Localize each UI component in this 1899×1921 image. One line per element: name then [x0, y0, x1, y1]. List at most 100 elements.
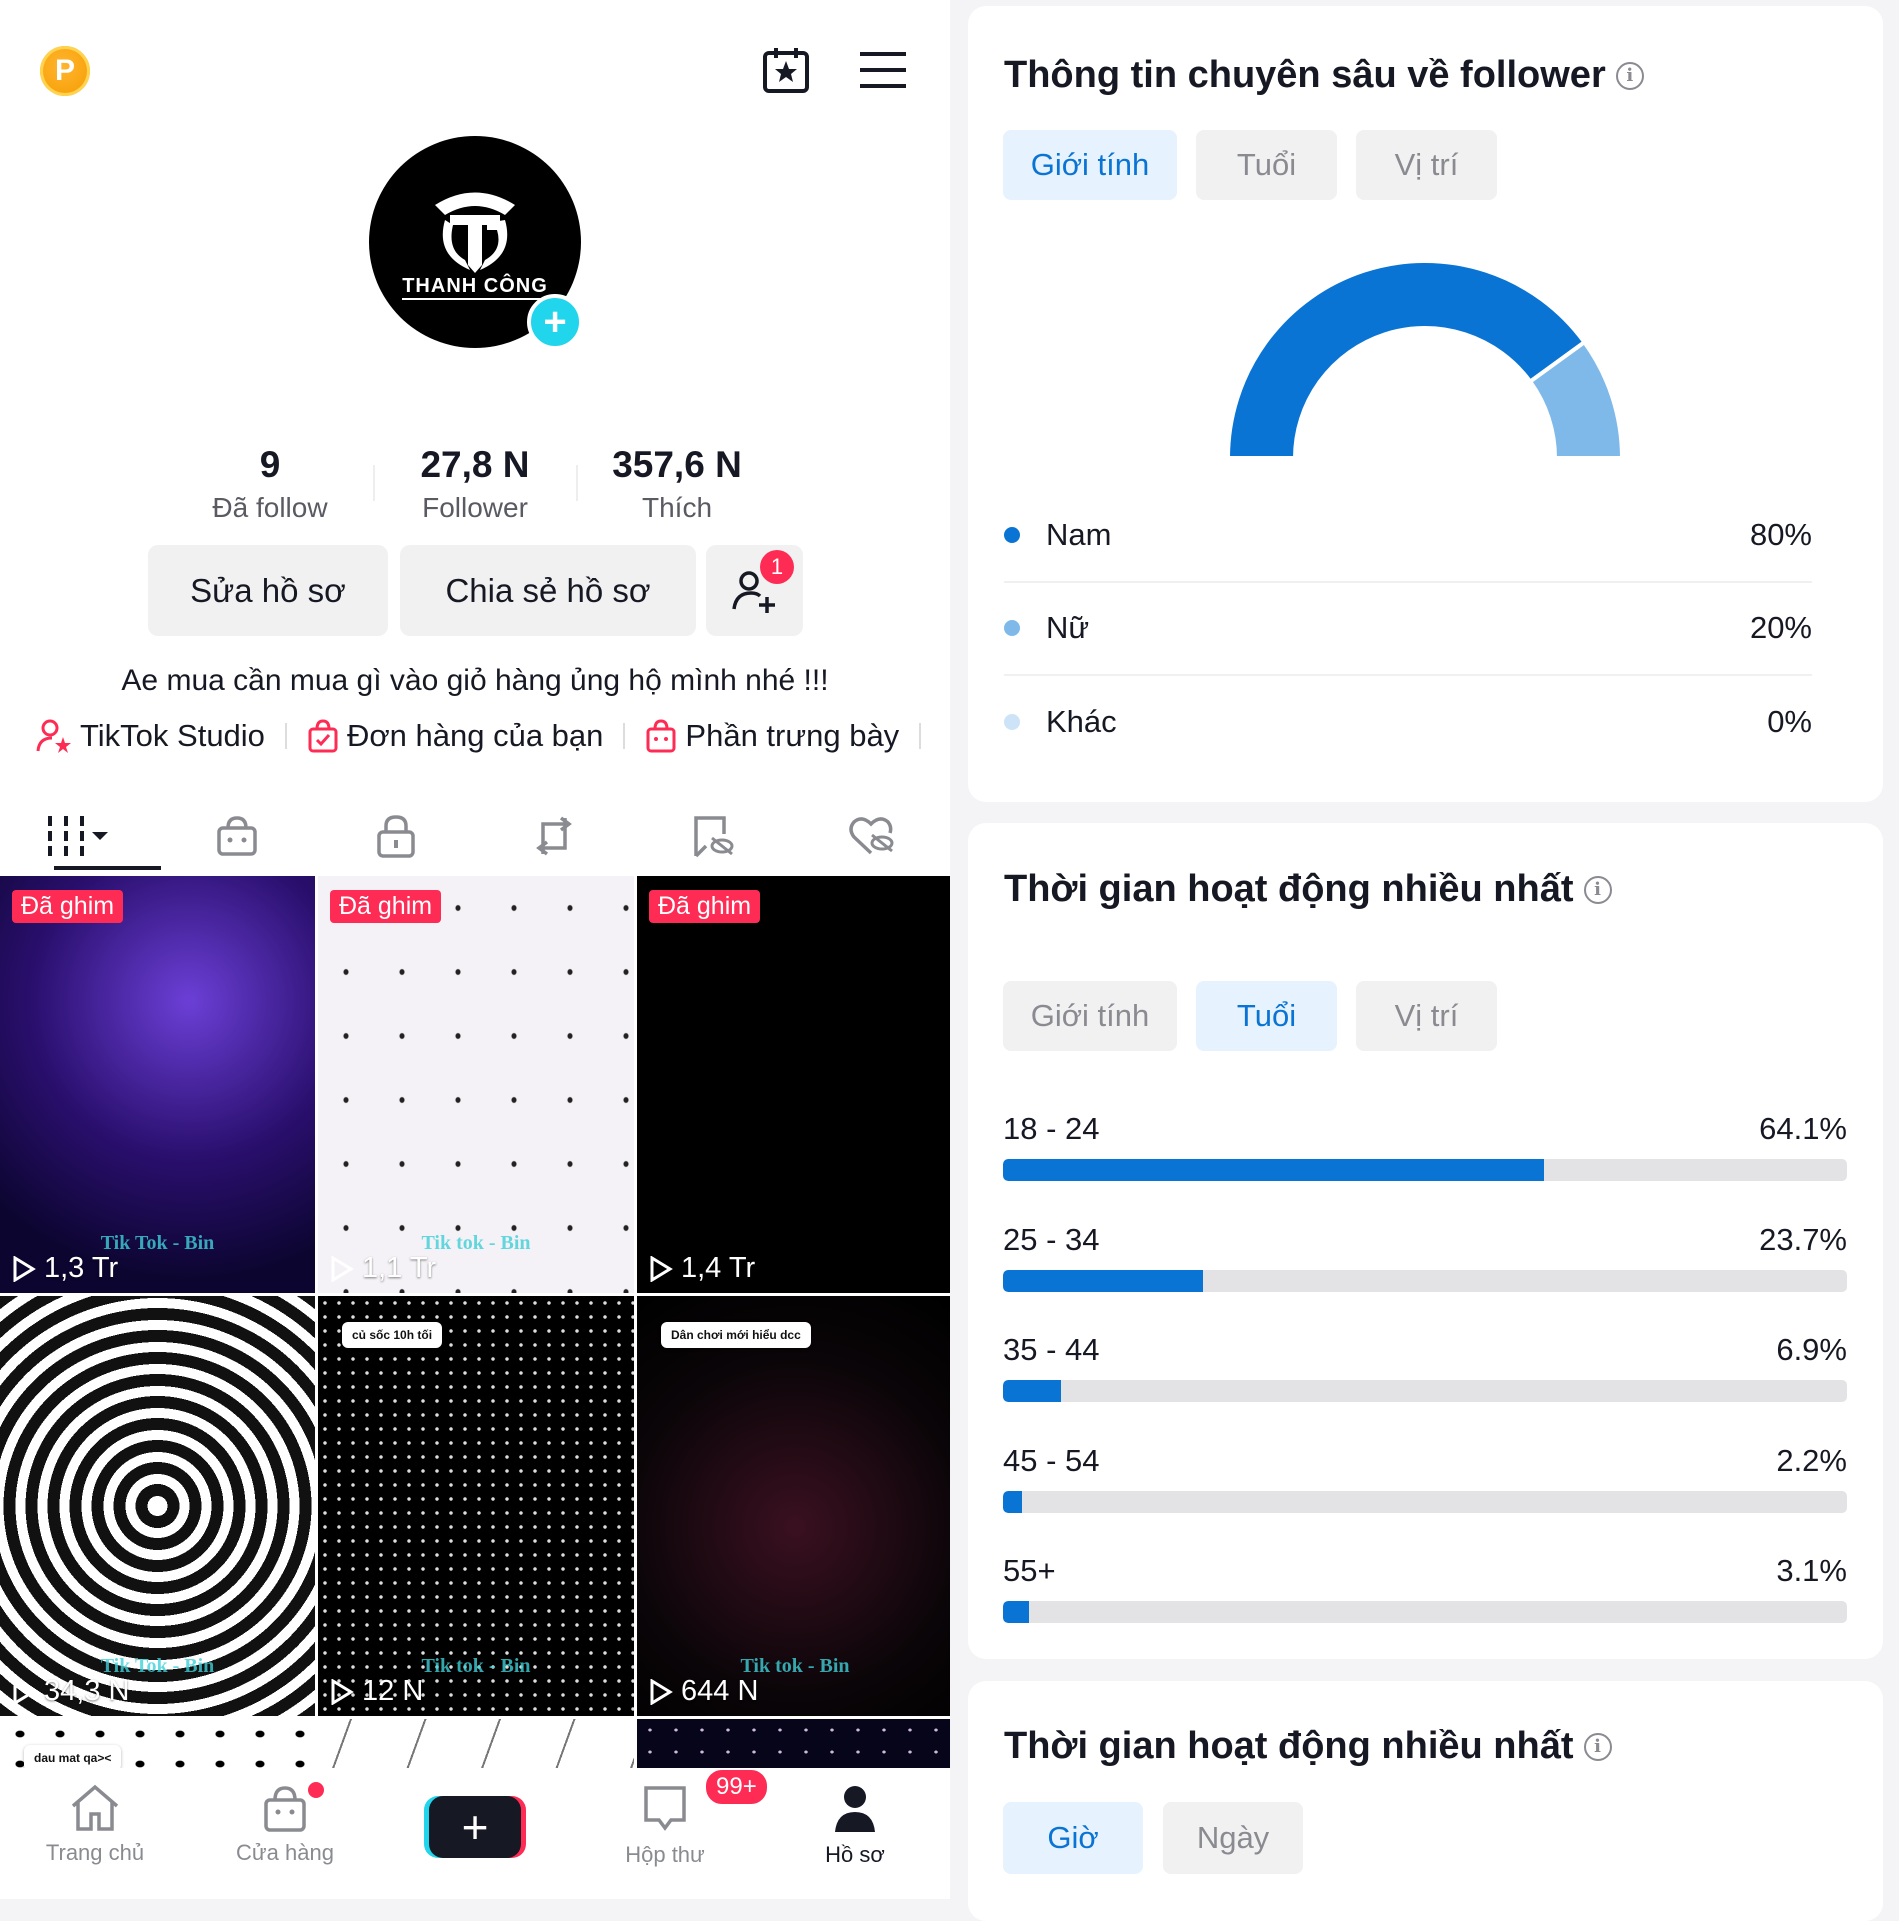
shop-dot-badge [308, 1782, 324, 1798]
profile-icon [835, 1786, 875, 1832]
info-icon[interactable]: i [1583, 1732, 1612, 1761]
stat-likes[interactable]: 357,6 N Thích [577, 444, 777, 524]
view-count: 1,3 Tr [12, 1252, 118, 1285]
bar-fill [1003, 1490, 1022, 1513]
add-avatar-button[interactable]: + [527, 294, 583, 350]
play-icon [650, 1255, 673, 1282]
tab-hour[interactable]: Giờ [1003, 1802, 1143, 1874]
orders-link[interactable]: Đơn hàng của bạn [307, 718, 603, 754]
video-thumbnail[interactable]: Đã ghim 1,4 Tr [637, 876, 950, 1293]
stat-value: 357,6 N [612, 444, 742, 485]
age-bar-row: 35 - 44 6.9% [1003, 1330, 1847, 1402]
calendar-star-icon[interactable] [762, 46, 810, 94]
tiktok-studio-link[interactable]: TikTok Studio [36, 718, 265, 754]
stat-label: Follower [422, 492, 528, 523]
play-icon [13, 1255, 36, 1282]
legend-value: 20% [1749, 610, 1812, 645]
video-thumbnail[interactable] [637, 1719, 950, 1771]
tab-private[interactable] [317, 800, 475, 872]
profile-screen: P THANH CÔNG + 9 Đã follow 27,8 N Follower… [0, 0, 950, 1899]
divider [1004, 581, 1812, 583]
share-profile-button[interactable]: Chia sẻ hồ sơ [400, 545, 696, 636]
view-count: 12 N [330, 1675, 423, 1708]
nav-inbox[interactable]: 99+ Hộp thư [570, 1768, 769, 1899]
bar-fill [1003, 1269, 1204, 1292]
card-title: Thời gian hoạt động nhiều nhất i [1004, 1725, 1612, 1768]
tab-location[interactable]: Vị trí [1356, 981, 1497, 1051]
tab-saved[interactable] [633, 800, 791, 872]
tab-gender[interactable]: Giới tính [1003, 981, 1177, 1051]
card-title: Thời gian hoạt động nhiều nhất i [1004, 868, 1612, 911]
tab-gender[interactable]: Giới tính [1003, 130, 1177, 200]
bar-value: 64.1% [1759, 1111, 1847, 1146]
bar-value: 2.2% [1776, 1442, 1847, 1478]
legend-item: Khác 0% [1004, 702, 1812, 742]
donut-slice-Nam [1225, 259, 1588, 458]
tab-videos[interactable] [0, 800, 158, 872]
age-bar-row: 55+ 3.1% [1003, 1551, 1847, 1623]
info-icon[interactable]: i [1583, 875, 1612, 904]
repost-icon [536, 816, 573, 856]
tab-location[interactable]: Vị trí [1356, 130, 1497, 200]
tab-reposts[interactable] [475, 800, 633, 872]
legend-item: Nữ 20% [1004, 608, 1812, 648]
bar-value: 3.1% [1776, 1553, 1847, 1588]
stat-followers[interactable]: 27,8 N Follower [375, 444, 575, 524]
bar-track [1003, 1601, 1847, 1623]
video-thumbnail[interactable]: củ sốc 10h tối Tik tok - Bin 12 N [318, 1296, 634, 1716]
legend-label: Khác [1046, 704, 1117, 739]
bar-label: 25 - 34 [1003, 1221, 1100, 1257]
age-bar-row: 45 - 54 2.2% [1003, 1441, 1847, 1513]
video-grid: Đã ghim Tik Tok - Bin 1,3 Tr Đã ghim Tik tok… [0, 876, 950, 1771]
bar-value: 6.9% [1776, 1332, 1847, 1367]
bar-label: 18 - 24 [1003, 1111, 1100, 1146]
bar-track [1003, 1269, 1847, 1292]
nav-home[interactable]: Trang chủ [0, 1768, 190, 1899]
age-card: Thời gian hoạt động nhiều nhất i Giới tín… [968, 823, 1883, 1659]
legend-dot [1004, 620, 1020, 636]
legend-label: Nam [1046, 517, 1112, 552]
shop-icon [264, 1786, 306, 1832]
menu-icon[interactable] [860, 52, 906, 88]
bookmark-hidden-icon [694, 816, 734, 858]
nav-shop[interactable]: Cửa hàng [190, 1768, 380, 1899]
bar-track [1003, 1159, 1847, 1181]
tab-liked[interactable] [792, 800, 950, 872]
showcase-link[interactable]: Phần trưng bày [645, 718, 899, 754]
grid-icon [48, 816, 109, 856]
video-thumbnail[interactable]: Đã ghim Tik tok - Bin 1,1 Tr [318, 876, 634, 1293]
divider [1004, 674, 1812, 676]
tab-age[interactable]: Tuổi [1196, 981, 1337, 1051]
bar-track [1003, 1380, 1847, 1402]
stat-following[interactable]: 9 Đã follow [170, 444, 370, 524]
stat-label: Thích [641, 492, 713, 523]
logo-icon [435, 192, 515, 273]
stat-value: 9 [259, 444, 281, 485]
tab-age[interactable]: Tuổi [1196, 130, 1337, 200]
logo-text: THANH CÔNG [402, 275, 548, 300]
video-thumbnail[interactable]: Dân chơi mới hiểu dcc Tik tok - Bin 644 N [637, 1296, 950, 1716]
tab-shop[interactable] [158, 800, 316, 872]
bag-check-icon [308, 719, 338, 753]
video-thumbnail[interactable]: Tik Tok - Bin 34,3 N [0, 1296, 315, 1716]
nav-profile[interactable]: Hồ sơ [760, 1768, 950, 1899]
video-thumbnail[interactable]: Đã ghim Tik Tok - Bin 1,3 Tr [0, 876, 315, 1293]
view-count: 1,4 Tr [649, 1252, 755, 1285]
play-icon [331, 1255, 354, 1282]
stat-label: Đã follow [212, 492, 328, 523]
play-icon [650, 1678, 673, 1705]
profile-links: TikTok Studio Đơn hàng của bạn Phần trưn… [36, 718, 927, 754]
video-thumbnail[interactable] [318, 1719, 634, 1771]
bar-value: 23.7% [1759, 1221, 1847, 1257]
view-count: 1,1 Tr [330, 1252, 436, 1285]
coin-icon[interactable]: P [40, 46, 90, 96]
tab-day[interactable]: Ngày [1163, 1802, 1303, 1874]
nav-create[interactable]: + [380, 1768, 570, 1899]
edit-profile-button[interactable]: Sửa hồ sơ [148, 545, 388, 636]
legend-dot [1004, 714, 1020, 730]
bio: Ae mua cần mua gì vào giỏ hàng ủng hộ mì… [121, 664, 829, 697]
info-icon[interactable]: i [1615, 61, 1644, 90]
pinned-badge: Đã ghim [12, 890, 124, 923]
video-thumbnail[interactable]: dau mat qa>< [0, 1719, 315, 1771]
bar-label: 35 - 44 [1003, 1332, 1100, 1367]
